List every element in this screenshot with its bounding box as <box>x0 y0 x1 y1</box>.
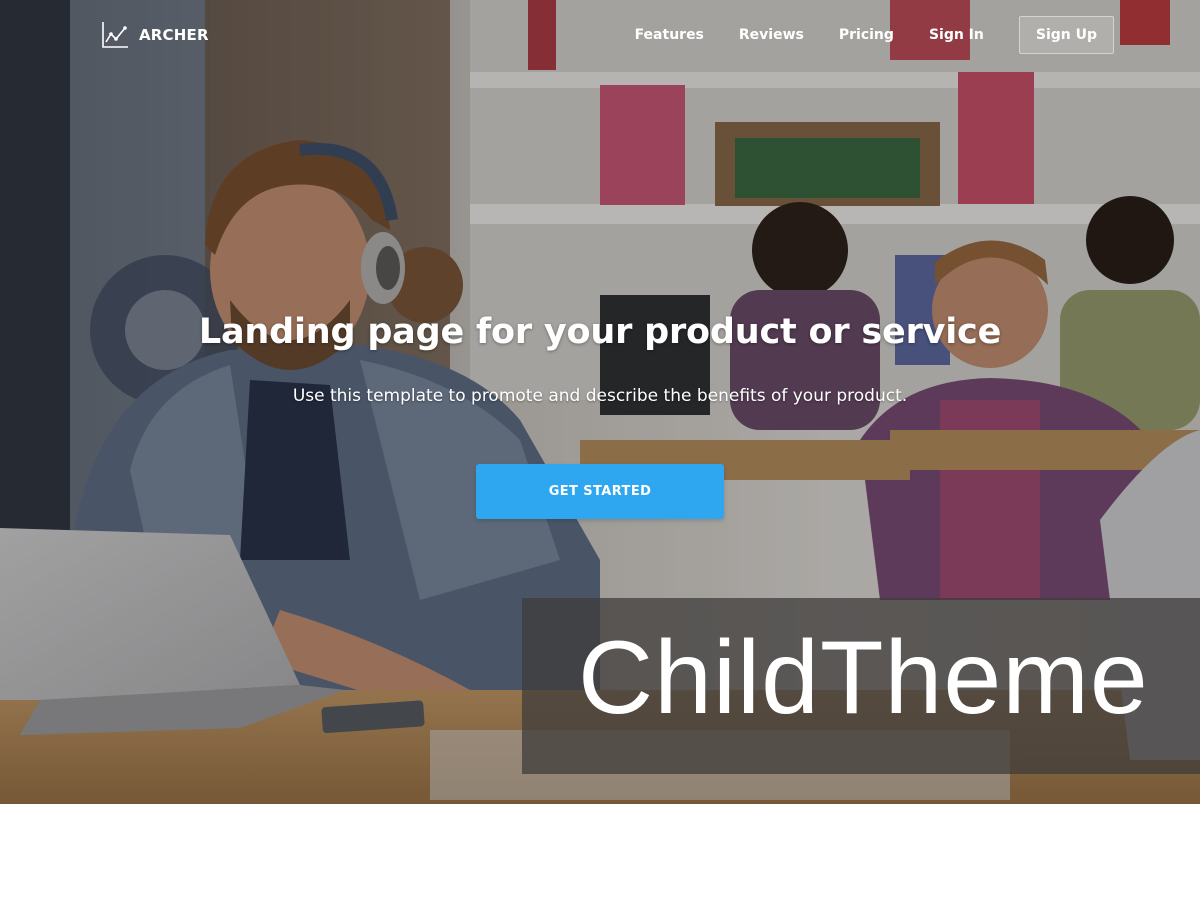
nav-link-sign-in[interactable]: Sign In <box>929 16 984 54</box>
get-started-button[interactable]: GET STARTED <box>476 464 724 519</box>
top-navigation: Features Reviews Pricing Sign In Sign Up <box>635 16 1114 54</box>
childtheme-banner: ChildTheme <box>522 598 1200 774</box>
hero-section: ARCHER Features Reviews Pricing Sign In … <box>0 0 1200 804</box>
page: ARCHER Features Reviews Pricing Sign In … <box>0 0 1200 900</box>
banner-text: ChildTheme <box>578 620 1149 736</box>
sign-up-button[interactable]: Sign Up <box>1018 16 1114 54</box>
nav-link-reviews[interactable]: Reviews <box>739 16 804 54</box>
line-chart-icon <box>102 22 128 48</box>
brand-name: ARCHER <box>139 26 209 44</box>
hero-title: Landing page for your product or service <box>198 312 1002 352</box>
hero-subtitle: Use this template to promote and describ… <box>292 386 908 406</box>
nav-link-pricing[interactable]: Pricing <box>839 16 894 54</box>
nav-link-features[interactable]: Features <box>635 16 704 54</box>
brand-logo[interactable]: ARCHER <box>100 20 209 50</box>
